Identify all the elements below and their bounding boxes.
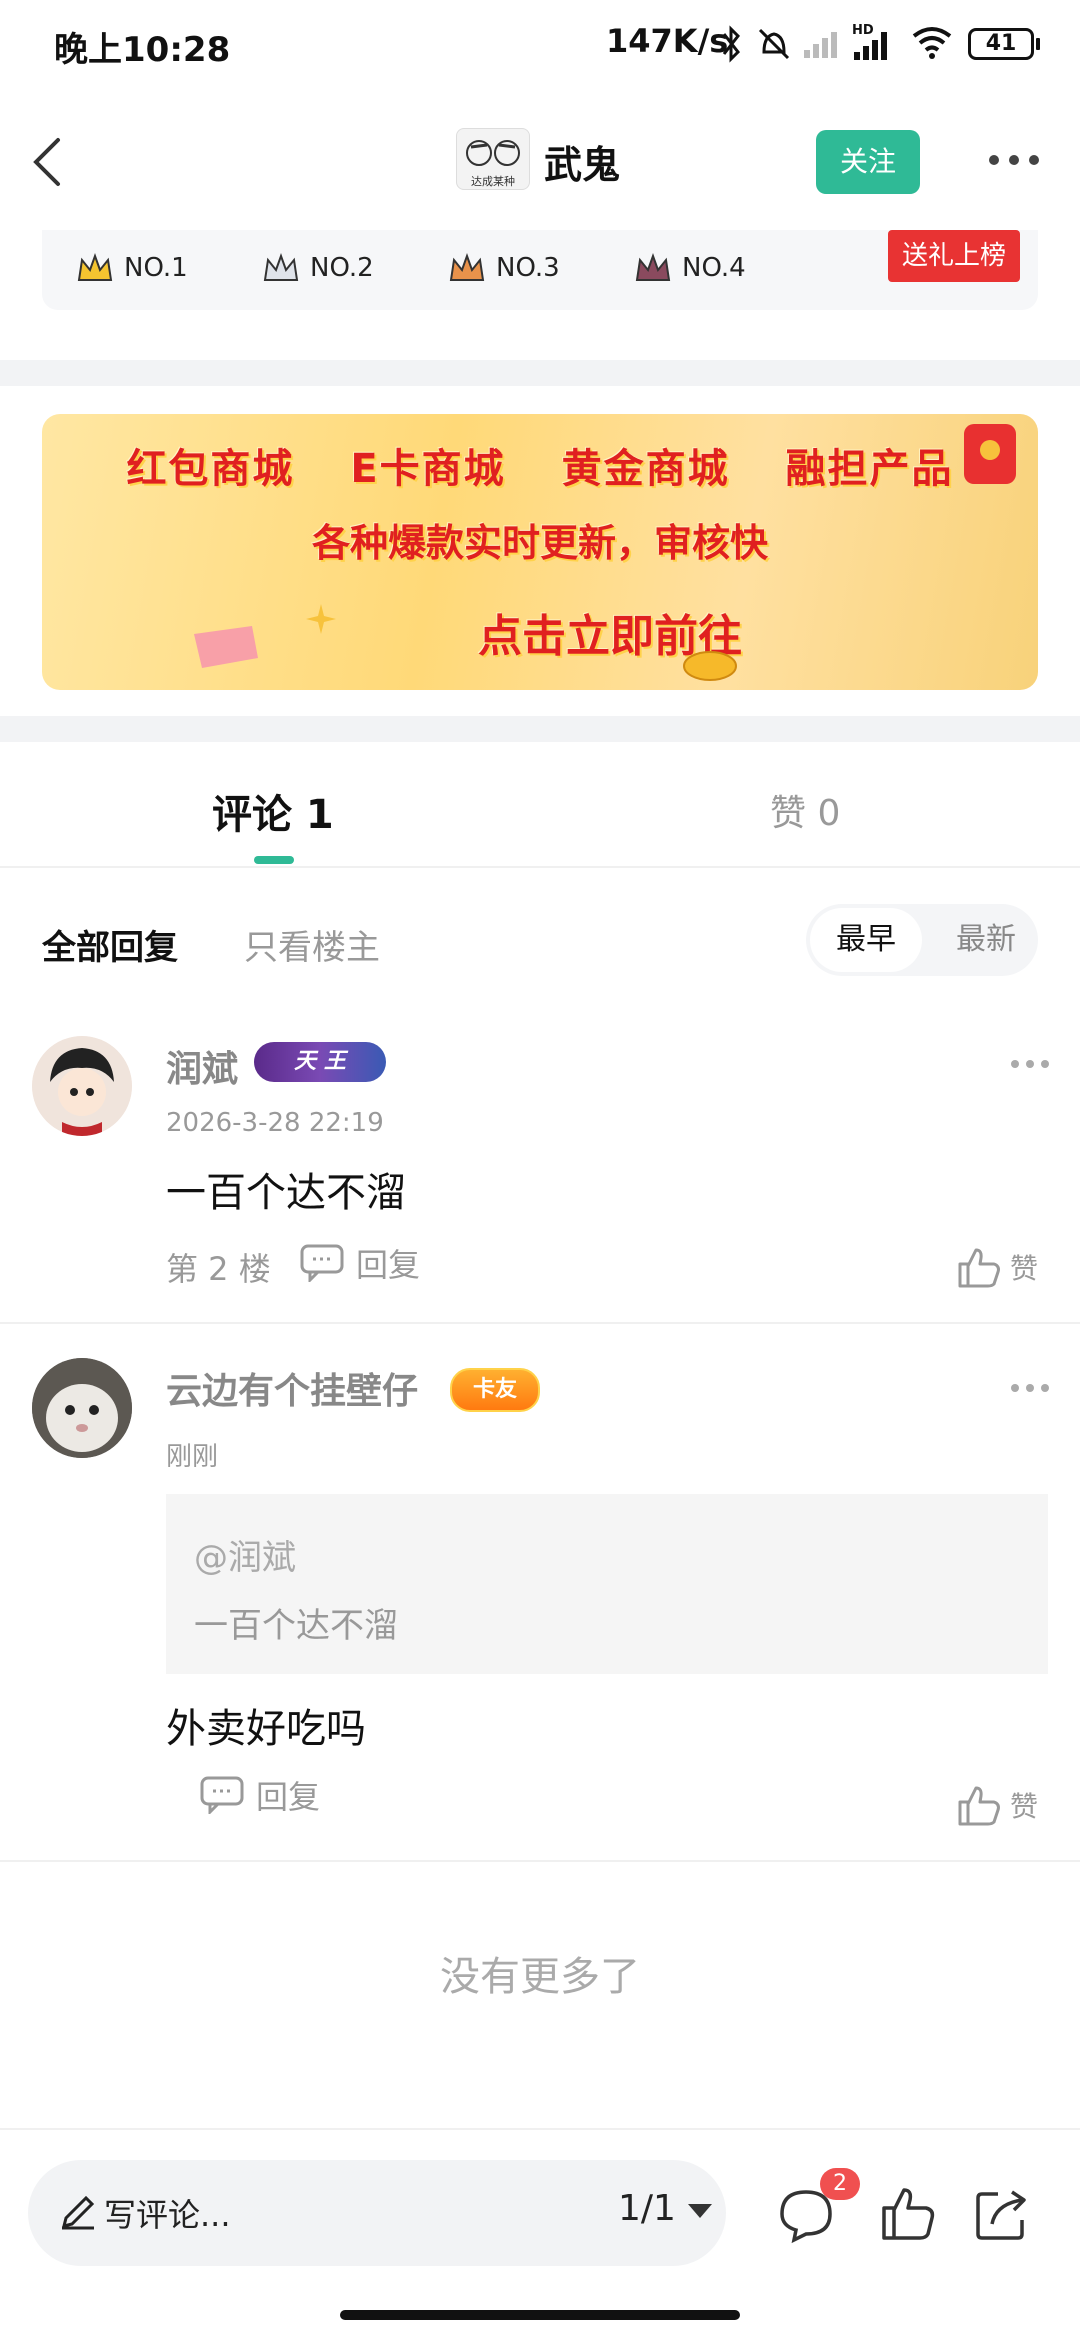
page-dropdown-caret-icon[interactable] [688,2204,712,2218]
tab-comments[interactable]: 评论 1 [212,782,334,840]
crown-dark-icon [635,253,671,281]
comment-time: 2026-3-28 22:19 [166,1108,384,1138]
comment-time: 刚刚 [166,1442,219,1472]
banner-coin-icon [683,651,737,681]
wifi-icon [912,27,952,59]
page-indicator[interactable]: 1/1 [618,2188,676,2229]
write-comment-placeholder: 写评论... [104,2196,231,2234]
comment-floor: 第 2 楼 [166,1250,271,1288]
thumbs-up-icon [958,1248,1000,1288]
thumbs-up-icon[interactable] [878,2184,938,2244]
share-icon[interactable] [972,2184,1032,2244]
battery-tip [1036,38,1040,50]
like-label: 赞 [1010,1790,1039,1823]
reply-bubble-icon [300,1244,344,1282]
rank-label-4: NO.4 [682,253,746,283]
quote-text: 一百个达不溜 [194,1606,398,1646]
cartoon-avatar-icon [32,1036,132,1136]
filter-op-only[interactable]: 只看楼主 [244,920,380,969]
network-speed: 147K/s [606,22,729,60]
follow-button[interactable]: 关注 [816,130,920,194]
sparkle-icon [306,604,336,634]
gift-rank-card: NO.1 NO.2 NO.3 NO.4 送礼上榜 [42,230,1038,310]
banner-line-1: 红包商城 E卡商城 黄金商城 融担产品 [126,446,954,492]
comment-more-icon[interactable] [1010,1058,1050,1070]
avatar-sketch-icon [466,140,520,166]
pencil-icon [61,2195,95,2230]
quote-mention[interactable]: @润斌 [194,1530,296,1579]
tab-likes[interactable]: 赞 0 [770,784,840,836]
comment-count-badge: 2 [820,2168,860,2200]
crown-gold-icon [77,253,113,281]
quoted-reply: @润斌 一百个达不溜 [166,1494,1048,1674]
banner-line-2: 各种爆款实时更新，审核快 [311,521,768,565]
rank-item-1[interactable]: NO.1 [76,246,188,290]
battery-icon: 41 [968,28,1034,60]
mute-icon [758,28,790,60]
banner-ribbon-icon [194,626,258,668]
no-more-text: 没有更多了 [440,1954,640,2000]
tab-active-indicator [254,856,294,864]
comment-divider [0,1322,1080,1324]
reply-button[interactable]: 回复 [300,1240,420,1286]
post-header: 达成某种 武鬼 关注 [0,110,1080,210]
thumbs-up-icon [958,1786,1000,1826]
status-bar: 晚上10:28 147K/s HD 41 [0,0,1080,90]
comment-content: 一百个达不溜 [166,1170,406,1216]
comment-content: 外卖好吃吗 [166,1706,366,1752]
avatar-caption: 达成某种 [471,175,515,188]
section-separator [0,360,1080,386]
filter-all-replies[interactable]: 全部回复 [42,920,178,969]
home-indicator[interactable] [340,2310,740,2320]
more-options-icon[interactable] [988,150,1040,170]
comment-more-icon[interactable] [1010,1382,1050,1394]
reply-label: 回复 [356,1246,421,1284]
comment-divider [0,1860,1080,1862]
like-button[interactable]: 赞 [956,1244,1038,1290]
like-label: 赞 [1010,1252,1039,1285]
bluetooth-icon [722,25,740,63]
rank-label-1: NO.1 [124,253,188,283]
crown-bronze-icon [449,253,485,281]
gift-rank-button[interactable]: 送礼上榜 [888,230,1020,282]
comment-username[interactable]: 云边有个挂壁仔 [166,1362,418,1414]
section-separator-2 [0,716,1080,742]
back-button[interactable] [24,132,74,192]
red-envelope-mascot-icon [964,424,1016,484]
rank-label-3: NO.3 [496,253,560,283]
tab-bar: 评论 1 赞 0 [0,742,1080,868]
like-button[interactable]: 赞 [956,1782,1038,1828]
reply-label: 回复 [256,1778,321,1816]
rank-label-2: NO.2 [310,253,374,283]
rank-item-2[interactable]: NO.2 [262,246,374,290]
signal-icon [804,32,837,58]
rank-item-3[interactable]: NO.3 [448,246,560,290]
rank-item-4[interactable]: NO.4 [634,246,746,290]
cat-avatar-icon [32,1358,132,1458]
promo-banner[interactable]: 红包商城 E卡商城 黄金商城 融担产品 各种爆款实时更新，审核快 点击立即前往 [42,414,1038,690]
reply-button[interactable]: 回复 [200,1772,320,1818]
svg-text:HD: HD [852,23,874,38]
hd-signal-icon: HD [852,23,887,60]
avatar[interactable] [32,1036,132,1136]
user-level-badge: 卡友 [450,1368,540,1412]
comment-username[interactable]: 润斌 [166,1040,238,1092]
reply-bubble-icon [200,1776,244,1814]
crown-silver-icon [263,253,299,281]
avatar[interactable] [32,1358,132,1458]
author-name[interactable]: 武鬼 [544,134,620,189]
author-avatar[interactable]: 达成某种 [456,128,530,190]
sort-earliest-button[interactable]: 最早 [810,908,922,972]
sort-latest-button[interactable]: 最新 [936,908,1036,972]
sort-toggle: 最早 最新 [806,904,1038,976]
status-time: 晚上10:28 [54,30,231,70]
write-comment-input[interactable]: 写评论... 1/1 [28,2160,726,2266]
user-level-badge: 天 王 [254,1042,386,1082]
